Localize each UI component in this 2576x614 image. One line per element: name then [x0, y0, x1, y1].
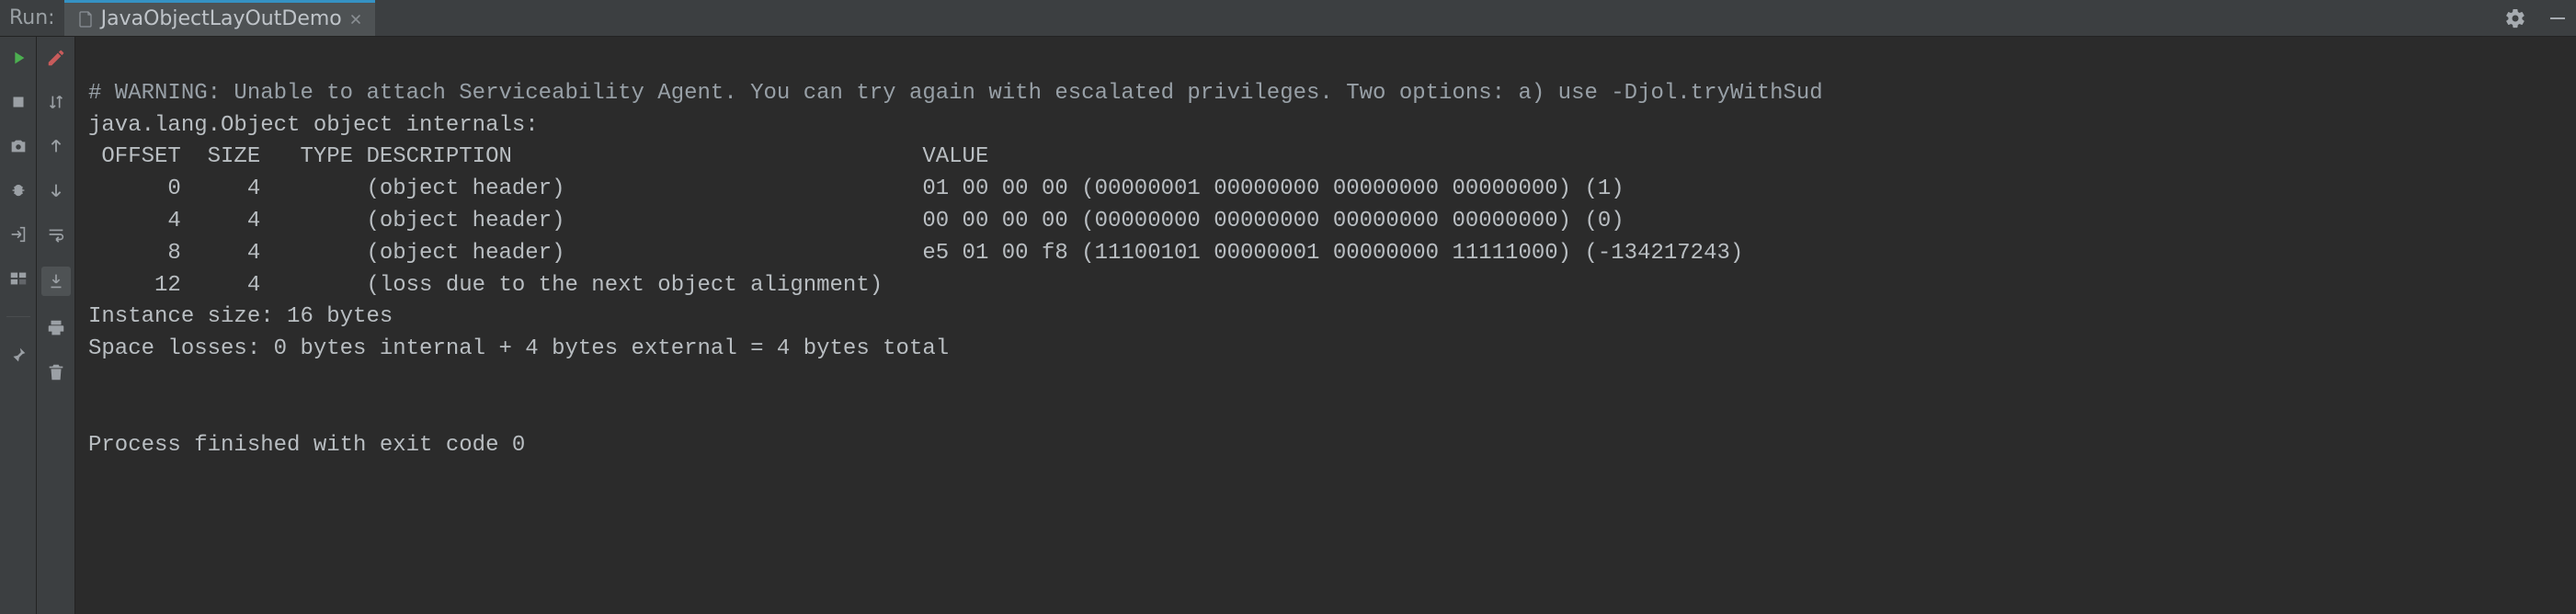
console-columns: OFFSET SIZE TYPE DESCRIPTION VALUE	[88, 144, 988, 169]
bug-icon[interactable]	[6, 178, 30, 202]
run-tool-header: Run: JavaObjectLayOutDemo	[0, 0, 2576, 37]
run-tab-JavaObjectLayOutDemo[interactable]: JavaObjectLayOutDemo	[64, 0, 375, 36]
console-line: Instance size: 16 bytes	[88, 304, 393, 329]
rerun-icon[interactable]	[6, 46, 30, 70]
console-row: 4 4 (object header) 00 00 00 00 (0000000…	[88, 209, 1624, 233]
soft-wrap-icon[interactable]	[44, 222, 68, 246]
run-tab-label: JavaObjectLayOutDemo	[101, 9, 342, 29]
console-line: java.lang.Object object internals:	[88, 113, 539, 138]
layout-icon[interactable]	[6, 267, 30, 290]
console-row: 8 4 (object header) e5 01 00 f8 (1110010…	[88, 241, 1743, 266]
print-icon[interactable]	[44, 316, 68, 340]
edit-pencil-icon[interactable]	[44, 46, 68, 70]
hide-icon[interactable]	[2547, 7, 2569, 29]
run-gutter-primary	[0, 37, 37, 614]
pin-icon[interactable]	[6, 343, 30, 367]
gear-icon[interactable]	[2504, 7, 2526, 29]
exit-icon[interactable]	[6, 222, 30, 246]
step-down-up-icon[interactable]	[44, 90, 68, 114]
console-row: 12 4 (loss due to the next object alignm…	[88, 273, 883, 298]
close-icon[interactable]	[349, 13, 362, 26]
stop-icon[interactable]	[6, 90, 30, 114]
arrow-up-icon[interactable]	[44, 134, 68, 158]
arrow-down-icon[interactable]	[44, 178, 68, 202]
console-exit-line: Process finished with exit code 0	[88, 433, 525, 458]
camera-icon[interactable]	[6, 134, 30, 158]
console-row: 0 4 (object header) 01 00 00 00 (0000000…	[88, 176, 1624, 201]
run-gutter-secondary	[37, 37, 75, 614]
scroll-to-end-icon[interactable]	[41, 267, 71, 296]
console-output[interactable]: # WARNING: Unable to attach Serviceabili…	[75, 37, 2576, 614]
trash-icon[interactable]	[44, 360, 68, 384]
console-line: Space losses: 0 bytes internal + 4 bytes…	[88, 336, 949, 361]
console-warning-line: # WARNING: Unable to attach Serviceabili…	[88, 81, 1823, 106]
run-label: Run:	[9, 8, 64, 28]
java-class-file-icon	[77, 11, 94, 28]
